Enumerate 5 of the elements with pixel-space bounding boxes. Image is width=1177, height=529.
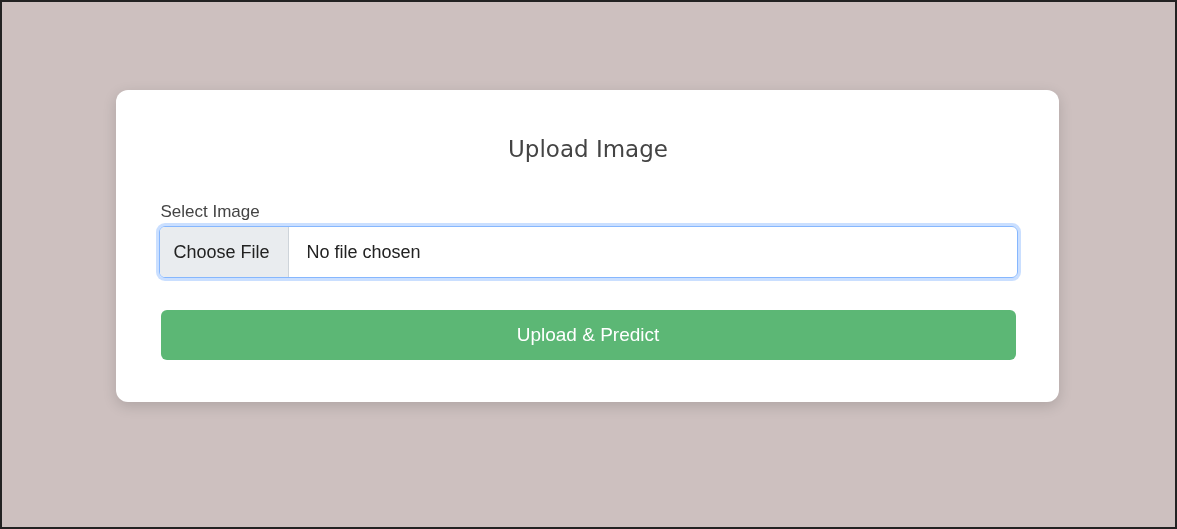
file-status-text: No file chosen	[305, 241, 421, 263]
field-label: Select Image	[160, 202, 260, 222]
choose-file-button[interactable]: Choose File	[159, 227, 289, 277]
card-title: Upload Image	[507, 136, 669, 162]
file-input[interactable]: Choose File No file chosen	[158, 226, 1018, 278]
